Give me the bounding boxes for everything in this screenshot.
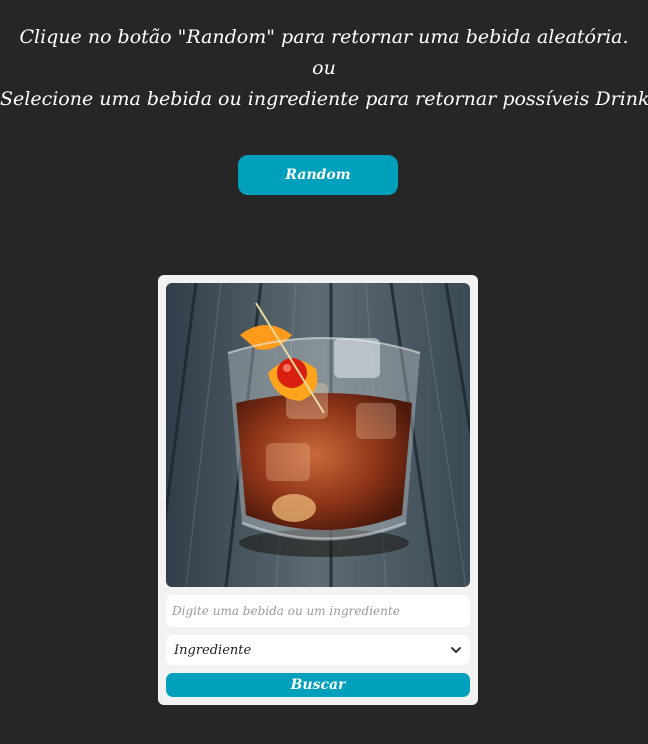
instruction-line-or: ou — [312, 57, 336, 79]
cocktail-photo — [166, 283, 470, 587]
search-button[interactable]: Buscar — [166, 673, 470, 697]
search-type-select[interactable]: Ingrediente — [166, 635, 470, 665]
chevron-down-icon — [451, 647, 461, 653]
search-type-selected: Ingrediente — [174, 642, 252, 658]
instruction-line-select: Selecione uma bebida ou ingrediente para… — [0, 88, 648, 110]
instruction-line-random: Clique no botão "Random" para retornar u… — [19, 26, 629, 48]
drink-search-input[interactable] — [166, 595, 470, 627]
page: Clique no botão "Random" para retornar u… — [0, 0, 648, 744]
random-button[interactable]: Random — [238, 155, 398, 195]
drink-search-card: Ingrediente Buscar — [158, 275, 478, 705]
instructions: Clique no botão "Random" para retornar u… — [0, 22, 648, 115]
